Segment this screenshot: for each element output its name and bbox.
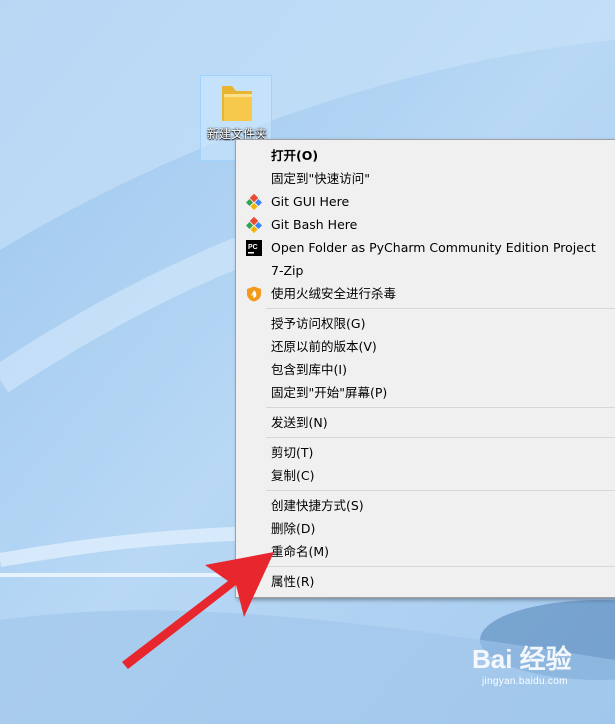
watermark-brand: Bai 经验	[472, 644, 572, 674]
menu-separator	[266, 490, 615, 491]
menu-separator	[266, 407, 615, 408]
menu-item-huorong-scan[interactable]: 使用火绒安全进行杀毒	[236, 282, 615, 305]
baidu-jingyan-watermark: Bai 经验 jingyan.baidu.com	[468, 636, 608, 696]
menu-item-cut[interactable]: 剪切(T)	[236, 441, 615, 464]
pycharm-icon-text: PC	[248, 244, 258, 251]
git-icon	[246, 194, 262, 210]
menu-item-delete[interactable]: 删除(D)	[236, 517, 615, 540]
menu-item-properties[interactable]: 属性(R)	[236, 570, 615, 593]
menu-item-pin-quick-access[interactable]: 固定到"快速访问"	[236, 167, 615, 190]
pycharm-icon: PC	[246, 240, 262, 256]
menu-item-grant-access[interactable]: 授予访问权限(G)	[236, 312, 615, 335]
menu-item-include-library[interactable]: 包含到库中(I)	[236, 358, 615, 381]
menu-item-git-gui[interactable]: Git GUI Here	[236, 190, 615, 213]
menu-item-pin-start[interactable]: 固定到"开始"屏幕(P)	[236, 381, 615, 404]
menu-item-open[interactable]: 打开(O)	[236, 144, 615, 167]
menu-item-restore-versions[interactable]: 还原以前的版本(V)	[236, 335, 615, 358]
menu-item-git-bash[interactable]: Git Bash Here	[236, 213, 615, 236]
huorong-shield-icon	[247, 286, 261, 302]
menu-item-pycharm[interactable]: PC Open Folder as PyCharm Community Edit…	[236, 236, 615, 259]
menu-item-7zip[interactable]: 7-Zip	[236, 259, 615, 282]
menu-separator	[266, 566, 615, 567]
folder-icon	[222, 86, 252, 121]
menu-separator	[266, 308, 615, 309]
menu-item-create-shortcut[interactable]: 创建快捷方式(S)	[236, 494, 615, 517]
menu-separator	[266, 437, 615, 438]
menu-item-rename[interactable]: 重命名(M)	[236, 540, 615, 563]
git-icon	[246, 217, 262, 233]
watermark-site: jingyan.baidu.com	[482, 676, 568, 687]
menu-item-send-to[interactable]: 发送到(N)	[236, 411, 615, 434]
context-menu: 打开(O) 固定到"快速访问" Git GUI Here Git Bash He…	[235, 139, 615, 598]
baidu-logo-icon: Bai 经验	[472, 644, 572, 674]
menu-item-copy[interactable]: 复制(C)	[236, 464, 615, 487]
